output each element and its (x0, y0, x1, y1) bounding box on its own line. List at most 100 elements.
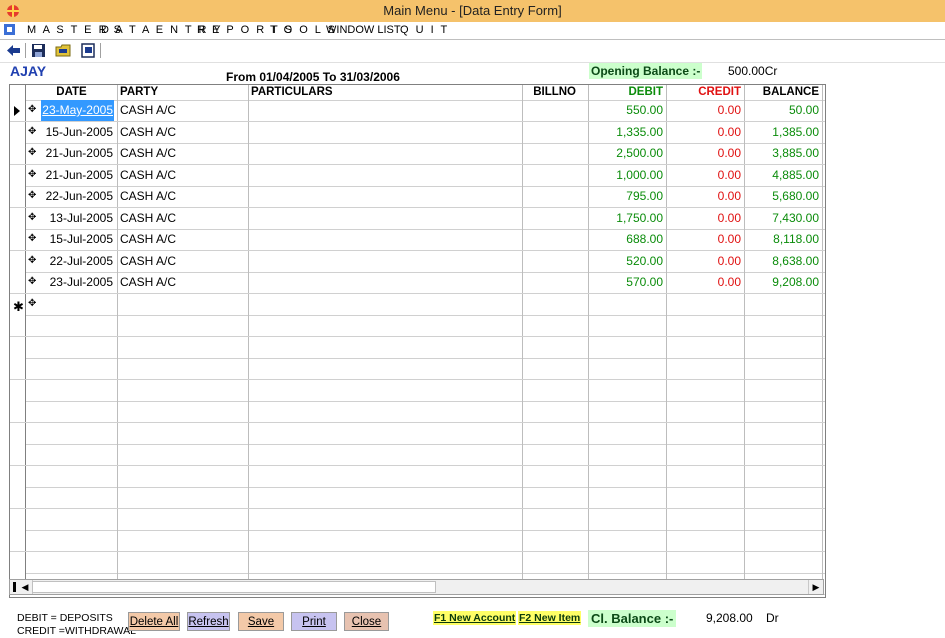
col-particulars-header[interactable]: PARTICULARS (249, 85, 523, 100)
row-selector[interactable] (10, 100, 26, 121)
close-button[interactable]: Close (344, 612, 389, 631)
cell-date[interactable]: 23-May-2005 (26, 100, 118, 121)
row-selector[interactable] (10, 336, 26, 358)
folder-icon[interactable] (55, 42, 72, 59)
expand-row-icon[interactable]: ✥ (28, 212, 37, 222)
ledger-grid[interactable]: DATE PARTY PARTICULARS BILLNO DEBIT CRED… (9, 84, 826, 598)
cell-debit[interactable] (589, 336, 667, 358)
col-billno-header[interactable]: BILLNO (523, 85, 589, 100)
cell-balance[interactable]: 1,385.00 (745, 121, 823, 143)
col-credit-header[interactable]: CREDIT (667, 85, 745, 100)
table-row[interactable] (10, 530, 825, 552)
cell-balance[interactable] (745, 422, 823, 444)
cell-date[interactable] (26, 336, 118, 358)
cell-credit[interactable]: 0.00 (667, 164, 745, 186)
cell-billno[interactable] (523, 358, 589, 379)
cell-date[interactable] (26, 444, 118, 465)
cell-billno[interactable] (523, 121, 589, 143)
cell-particulars[interactable] (249, 401, 523, 422)
cell-debit[interactable] (589, 444, 667, 465)
cell-credit[interactable] (667, 465, 745, 487)
cell-party[interactable] (118, 379, 249, 401)
cell-credit[interactable] (667, 336, 745, 358)
cell-date[interactable] (26, 422, 118, 444)
cell-party[interactable]: CASH A/C (118, 250, 249, 272)
scroll-left-button[interactable]: ◀ (18, 580, 33, 594)
row-selector[interactable] (10, 508, 26, 530)
scroll-right-button[interactable]: ▶ (808, 580, 823, 594)
cell-credit[interactable] (667, 551, 745, 573)
cell-party[interactable]: CASH A/C (118, 272, 249, 293)
cell-billno[interactable] (523, 186, 589, 207)
cell-date[interactable]: 13-Jul-2005 (26, 207, 118, 229)
table-row[interactable] (10, 465, 825, 488)
cell-party[interactable] (118, 315, 249, 336)
cell-party[interactable] (118, 551, 249, 573)
cell-party[interactable] (118, 358, 249, 379)
cell-billno[interactable] (523, 444, 589, 465)
cell-credit[interactable] (667, 487, 745, 508)
cell-balance[interactable] (745, 444, 823, 465)
cell-debit[interactable] (589, 293, 667, 315)
row-selector[interactable] (10, 186, 26, 207)
cell-date[interactable] (26, 530, 118, 551)
expand-row-icon[interactable]: ✥ (28, 105, 37, 115)
row-selector[interactable] (10, 487, 26, 508)
col-balance-header[interactable]: BALANCE (745, 85, 823, 100)
cell-particulars[interactable] (249, 315, 523, 336)
cell-credit[interactable]: 0.00 (667, 272, 745, 293)
cell-debit[interactable]: 1,335.00 (589, 121, 667, 143)
cell-debit[interactable]: 795.00 (589, 186, 667, 207)
cell-debit[interactable] (589, 315, 667, 336)
cell-debit[interactable] (589, 465, 667, 487)
cell-party[interactable] (118, 487, 249, 508)
row-selector[interactable] (10, 465, 26, 487)
cell-billno[interactable] (523, 530, 589, 551)
cell-particulars[interactable] (249, 336, 523, 358)
cell-particulars[interactable] (249, 379, 523, 401)
scroll-thumb[interactable] (32, 581, 436, 593)
cell-balance[interactable] (745, 530, 823, 551)
cell-balance[interactable] (745, 315, 823, 336)
cell-billno[interactable] (523, 336, 589, 358)
cell-particulars[interactable] (249, 207, 523, 229)
cell-particulars[interactable] (249, 164, 523, 186)
row-selector[interactable] (10, 272, 26, 293)
cell-billno[interactable] (523, 401, 589, 422)
cell-billno[interactable] (523, 465, 589, 487)
cell-particulars[interactable] (249, 293, 523, 315)
cell-particulars[interactable] (249, 487, 523, 508)
cell-particulars[interactable] (249, 272, 523, 293)
cell-balance[interactable]: 7,430.00 (745, 207, 823, 229)
menu-window-list[interactable]: WINDOW LIST (326, 24, 401, 36)
cell-date[interactable] (26, 358, 118, 379)
cell-particulars[interactable] (249, 465, 523, 487)
expand-row-icon[interactable]: ✥ (28, 234, 37, 244)
table-row[interactable]: 21-Jun-2005 CASH A/C 1,000.00 0.00 4,885.00 ✥ (10, 164, 825, 187)
col-party-header[interactable]: PARTY (118, 85, 249, 100)
cell-date[interactable] (26, 315, 118, 336)
cell-debit[interactable]: 688.00 (589, 229, 667, 250)
cell-date[interactable]: 15-Jul-2005 (26, 229, 118, 250)
cell-party[interactable] (118, 444, 249, 465)
expand-row-icon[interactable]: ✥ (28, 298, 37, 308)
cell-balance[interactable] (745, 358, 823, 379)
table-row[interactable] (10, 336, 825, 359)
cell-balance[interactable]: 50.00 (745, 100, 823, 121)
save-disk-icon[interactable] (30, 42, 47, 59)
cell-particulars[interactable] (249, 121, 523, 143)
cell-party[interactable] (118, 293, 249, 315)
row-selector[interactable] (10, 229, 26, 250)
horizontal-scrollbar[interactable]: ◀ ▶ (9, 579, 824, 595)
cell-billno[interactable] (523, 164, 589, 186)
cell-credit[interactable]: 0.00 (667, 250, 745, 272)
cell-debit[interactable]: 1,750.00 (589, 207, 667, 229)
cell-date[interactable]: 21-Jun-2005 (26, 143, 118, 164)
cell-debit[interactable] (589, 401, 667, 422)
cell-balance[interactable] (745, 336, 823, 358)
row-selector[interactable] (10, 250, 26, 272)
cell-billno[interactable] (523, 487, 589, 508)
cell-particulars[interactable] (249, 186, 523, 207)
table-row[interactable] (10, 358, 825, 380)
cell-credit[interactable] (667, 293, 745, 315)
